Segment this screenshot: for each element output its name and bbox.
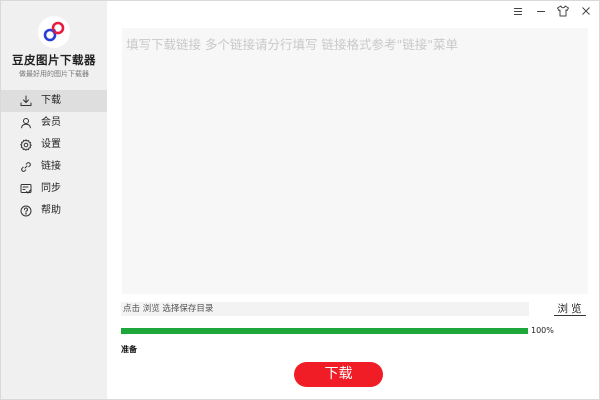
sidebar: 豆皮图片下载器 做最好用的图片下载器 下载 会员 设置 链接 同步 帮助: [1, 1, 107, 399]
help-icon: [20, 205, 32, 217]
download-icon: [20, 95, 32, 106]
user-icon: [21, 118, 31, 129]
link-icon: [21, 162, 31, 172]
save-path-field[interactable]: [121, 302, 529, 316]
sidebar-item-label: 下载: [41, 95, 61, 106]
sidebar-item-member[interactable]: 会员: [1, 112, 107, 134]
url-input[interactable]: [122, 28, 588, 294]
download-button[interactable]: 下载: [294, 362, 383, 387]
status-text: 准备: [121, 345, 137, 354]
close-icon[interactable]: [579, 4, 593, 18]
progress-fill: [121, 328, 528, 334]
sidebar-item-label: 链接: [41, 161, 61, 172]
sidebar-item-label: 帮助: [41, 205, 61, 216]
sidebar-item-links[interactable]: 链接: [1, 156, 107, 178]
infinity-logo-icon: [38, 16, 70, 48]
app-window: 豆皮图片下载器 做最好用的图片下载器 下载 会员 设置 链接 同步 帮助 填写下…: [0, 0, 600, 400]
sidebar-item-help[interactable]: 帮助: [1, 200, 107, 222]
sidebar-item-label: 设置: [41, 139, 61, 150]
gear-icon: [20, 139, 32, 151]
progress-percent: 100%: [531, 326, 554, 335]
app-slogan: 做最好用的图片下载器: [19, 70, 89, 78]
sidebar-item-settings[interactable]: 设置: [1, 134, 107, 156]
menu-icon[interactable]: [511, 4, 525, 18]
shirt-skin-icon[interactable]: [556, 4, 570, 18]
browse-button[interactable]: 浏览: [554, 302, 586, 316]
progress-bar: [121, 328, 528, 334]
sync-icon: [20, 184, 32, 194]
sidebar-item-label: 同步: [41, 183, 61, 194]
sidebar-item-sync[interactable]: 同步: [1, 178, 107, 200]
sidebar-nav: 下载 会员 设置 链接 同步 帮助: [1, 90, 107, 222]
sidebar-item-download[interactable]: 下载: [1, 90, 107, 112]
sidebar-item-label: 会员: [41, 117, 61, 128]
app-name: 豆皮图片下载器: [12, 53, 96, 67]
minimize-icon[interactable]: [534, 4, 548, 18]
